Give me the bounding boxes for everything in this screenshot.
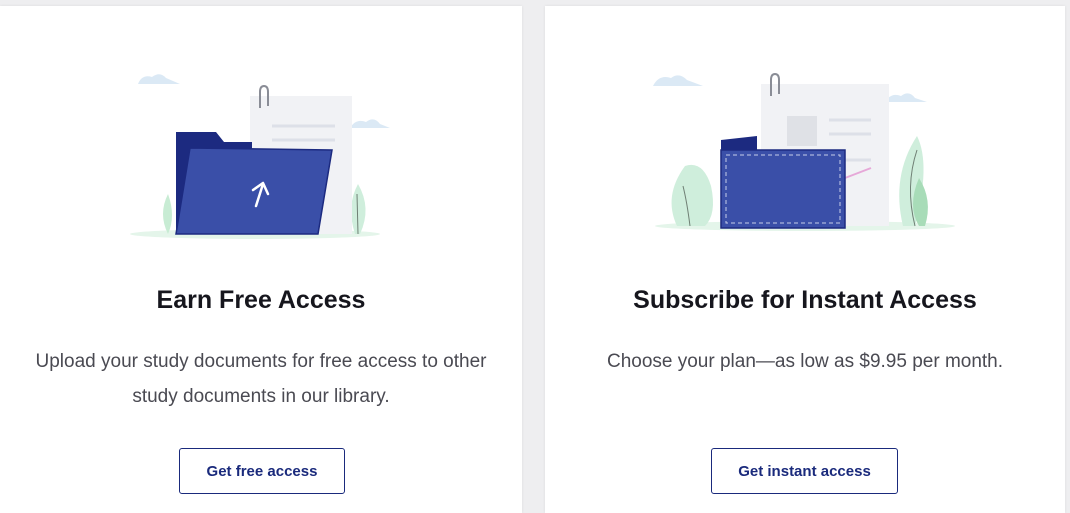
free-access-description: Upload your study documents for free acc… bbox=[35, 351, 487, 407]
cloud-icon bbox=[885, 93, 927, 102]
instant-access-title: Subscribe for Instant Access bbox=[633, 286, 977, 314]
plant-icon bbox=[671, 164, 713, 226]
folder-icon bbox=[175, 147, 333, 235]
cloud-icon bbox=[653, 75, 703, 86]
free-access-card: Earn Free Access Upload your study docum… bbox=[0, 6, 522, 513]
plant-icon bbox=[351, 184, 366, 234]
free-access-title: Earn Free Access bbox=[156, 286, 366, 314]
plant-icon bbox=[163, 194, 172, 234]
wallet-flap-shape bbox=[721, 136, 757, 150]
instant-access-card: Subscribe for Instant Access Choose your… bbox=[545, 6, 1065, 513]
get-instant-access-button[interactable]: Get instant access bbox=[711, 448, 898, 494]
instant-access-description: Choose your plan—as low as $9.95 per mon… bbox=[606, 351, 1004, 372]
get-free-access-button[interactable]: Get free access bbox=[179, 448, 345, 494]
wallet-icon bbox=[720, 149, 846, 229]
folder-upload-illustration bbox=[130, 74, 390, 239]
cloud-icon bbox=[350, 119, 390, 128]
wallet-illustration bbox=[653, 72, 955, 231]
cloud-icon bbox=[138, 74, 180, 84]
